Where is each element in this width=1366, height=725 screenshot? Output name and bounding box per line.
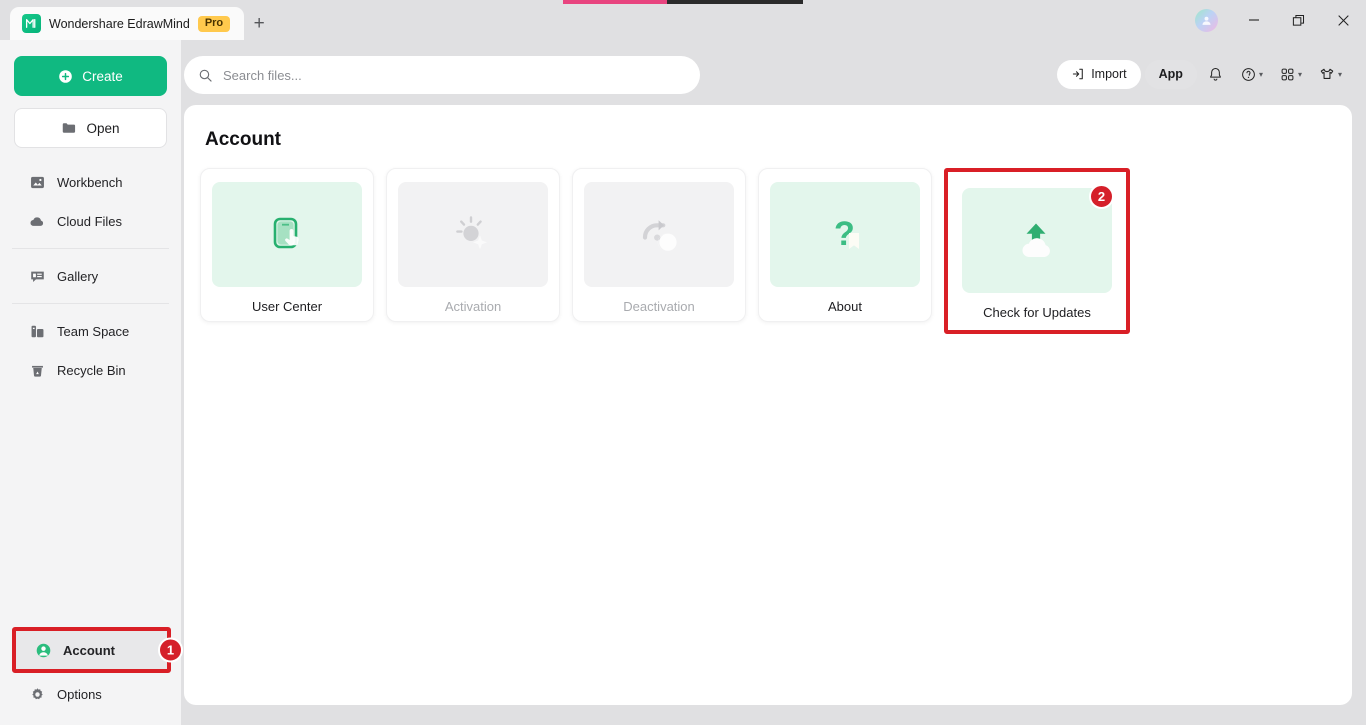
sidebar-item-label: Workbench (57, 174, 123, 190)
annotation-badge-2: 2 (1089, 184, 1114, 209)
main-panel: Account User Center Activation Deactivat… (184, 105, 1352, 705)
card-wrap-check-for-updates: Check for Updates 2 (944, 168, 1130, 334)
top-toolbar: Search files... Import App ▾ ▾ ▾ (0, 40, 1366, 105)
new-tab-button[interactable]: + (244, 7, 274, 40)
sidebar-item-label: Gallery (57, 268, 99, 284)
card-label: About (828, 299, 862, 314)
import-label: Import (1091, 67, 1127, 81)
open-button[interactable]: Open (14, 108, 167, 148)
search-input[interactable]: Search files... (223, 68, 302, 83)
card-user-center[interactable]: User Center (200, 168, 374, 322)
search-bar[interactable]: Search files... (184, 56, 700, 94)
notifications-button[interactable] (1201, 59, 1230, 89)
apps-button[interactable]: ▾ (1273, 59, 1308, 89)
card-thumbnail (584, 182, 734, 287)
card-thumbnail: ? (770, 182, 920, 287)
search-icon (198, 68, 213, 83)
minimize-button[interactable] (1231, 0, 1276, 40)
question-circle-icon (1240, 66, 1257, 83)
help-button[interactable]: ▾ (1234, 59, 1269, 89)
cloud-icon (29, 213, 46, 230)
account-cards-grid: User Center Activation Deactivation ? Ab… (200, 168, 1352, 334)
toolbar-actions: Import App ▾ ▾ ▾ (1057, 56, 1348, 92)
card-thumbnail (962, 188, 1112, 293)
create-label: Create (82, 68, 123, 84)
user-center-icon (261, 209, 313, 261)
avatar[interactable] (1195, 8, 1218, 32)
sidebar-item-label: Team Space (57, 323, 130, 339)
card-wrap-user-center: User Center (200, 168, 374, 334)
sidebar-item-label: Cloud Files (57, 213, 123, 229)
restore-button[interactable] (1276, 0, 1321, 40)
title-bar: Wondershare EdrawMind Pro + (0, 0, 1366, 40)
card-thumbnail (212, 182, 362, 287)
sidebar-bottom-group: Account 1 Options (0, 627, 183, 715)
card-label: Activation (444, 299, 502, 314)
card-wrap-about: ? About (758, 168, 932, 334)
update-cloud-icon (1011, 215, 1063, 267)
chevron-down-icon[interactable]: ▾ (1298, 70, 1302, 79)
annotation-badge-1: 1 (158, 637, 183, 663)
sidebar-nav: Workbench Cloud Files Gallery Team Space (0, 164, 181, 388)
theme-button[interactable]: ▾ (1312, 59, 1348, 89)
workbench-icon (29, 174, 46, 191)
sidebar-item-label: Account (63, 642, 115, 658)
progress-filled-segment (563, 0, 667, 4)
card-wrap-activation: Activation (386, 168, 560, 334)
card-label: Deactivation (623, 299, 695, 314)
open-label: Open (86, 120, 120, 136)
card-deactivation: Deactivation (572, 168, 746, 322)
bell-icon (1207, 66, 1224, 83)
grid-apps-icon (1279, 66, 1296, 83)
sidebar-divider (12, 303, 169, 304)
app-button[interactable]: App (1144, 59, 1197, 89)
activation-icon (447, 209, 499, 261)
sidebar-divider (12, 248, 169, 249)
sidebar-item-account[interactable]: Account (16, 631, 167, 669)
window-controls-group (1195, 0, 1366, 40)
pro-badge: Pro (197, 15, 231, 32)
sidebar-item-label: Recycle Bin (57, 362, 126, 378)
card-about[interactable]: ? About (758, 168, 932, 322)
create-button[interactable]: Create (14, 56, 167, 96)
sidebar-item-cloud-files[interactable]: Cloud Files (10, 203, 171, 239)
chevron-down-icon[interactable]: ▾ (1338, 70, 1342, 79)
import-icon (1071, 67, 1085, 81)
account-user-icon (35, 642, 52, 659)
plus-circle-icon (58, 69, 73, 84)
gear-icon (29, 686, 46, 703)
chevron-down-icon[interactable]: ▾ (1259, 70, 1263, 79)
sidebar-item-gallery[interactable]: Gallery (10, 258, 171, 294)
import-button[interactable]: Import (1057, 59, 1141, 89)
team-space-icon (29, 323, 46, 340)
sidebar-item-label: Options (57, 686, 102, 702)
card-thumbnail (398, 182, 548, 287)
sidebar-item-recycle-bin[interactable]: Recycle Bin (10, 352, 171, 388)
page-title: Account (205, 129, 281, 150)
sidebar: Create Open Workbench Cloud Files Galler… (0, 40, 183, 725)
gallery-icon (29, 268, 46, 285)
card-label: User Center (251, 299, 323, 314)
app-label: App (1158, 67, 1183, 81)
shirt-icon (1318, 65, 1336, 83)
top-progress-bar (563, 0, 803, 4)
app-tab-title: Wondershare EdrawMind (49, 16, 190, 31)
close-button[interactable] (1321, 0, 1366, 40)
recycle-bin-icon (29, 362, 46, 379)
card-label: Check for Updates (983, 305, 1091, 320)
card-check-for-updates[interactable]: Check for Updates 2 (950, 174, 1124, 328)
about-icon: ? (819, 209, 871, 261)
folder-icon (61, 120, 77, 136)
card-wrap-deactivation: Deactivation (572, 168, 746, 334)
progress-remaining-segment (667, 0, 803, 4)
app-tab[interactable]: Wondershare EdrawMind Pro (10, 7, 245, 40)
sidebar-item-workbench[interactable]: Workbench (10, 164, 171, 200)
sidebar-item-options[interactable]: Options (10, 676, 171, 712)
deactivation-icon (633, 209, 685, 261)
sidebar-item-team-space[interactable]: Team Space (10, 313, 171, 349)
account-annotation-box: Account 1 (12, 627, 183, 673)
edrawmind-logo-icon (22, 14, 41, 33)
card-activation: Activation (386, 168, 560, 322)
